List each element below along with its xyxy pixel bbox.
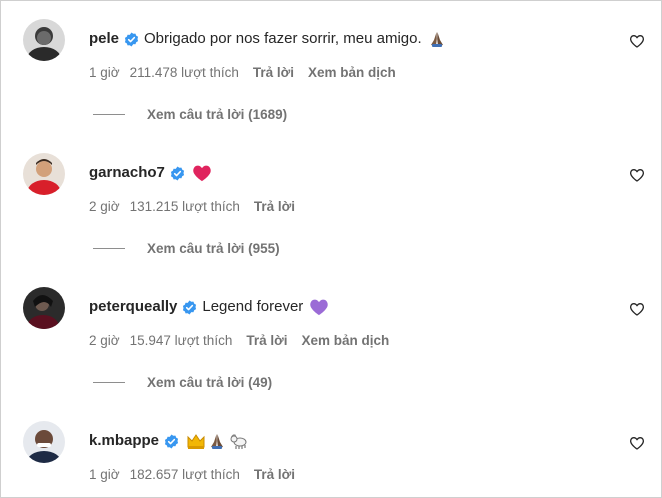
comment-text-line: k.mbappe <box>89 431 248 451</box>
heart-icon[interactable] <box>629 301 647 319</box>
comment-body: Obrigado por nos fazer sorrir, meu amigo… <box>144 30 422 47</box>
like-count[interactable]: 211.478 lượt thích <box>130 65 239 80</box>
verified-badge-icon <box>170 165 185 181</box>
reply-button[interactable]: Trả lời <box>246 333 287 348</box>
comment-body: Legend forever <box>202 298 304 315</box>
avatar[interactable] <box>23 19 65 61</box>
folded-hands-icon <box>428 30 446 48</box>
view-replies-button[interactable]: Xem câu trả lời (955) <box>93 241 280 256</box>
avatar[interactable] <box>23 153 65 195</box>
reply-button[interactable]: Trả lời <box>254 199 295 214</box>
comments-panel: pele Obrigado por nos fazer sorrir, meu … <box>0 0 662 498</box>
reply-button[interactable]: Trả lời <box>253 65 294 80</box>
comment-meta: 1 giờ 182.657 lượt thích Trả lời <box>89 467 309 482</box>
comment-meta: 2 giờ 15.947 lượt thích Trả lời Xem bản … <box>89 333 403 348</box>
view-replies-button[interactable]: Xem câu trả lời (49) <box>93 375 272 390</box>
view-replies-label: Xem câu trả lời (49) <box>147 375 273 390</box>
timestamp: 2 giờ <box>89 333 120 348</box>
like-count[interactable]: 15.947 lượt thích <box>130 333 233 348</box>
avatar[interactable] <box>23 421 65 463</box>
avatar[interactable] <box>23 287 65 329</box>
heart-icon[interactable] <box>629 167 647 185</box>
heart-icon[interactable] <box>629 33 647 51</box>
timestamp: 1 giờ <box>89 467 120 482</box>
comment-text-line: pele Obrigado por nos fazer sorrir, meu … <box>89 29 446 49</box>
comment-meta: 1 giờ 211.478 lượt thích Trả lời Xem bản… <box>89 65 410 80</box>
comment-text-line: garnacho7 <box>89 163 212 183</box>
red-heart-icon <box>192 164 212 182</box>
timestamp: 1 giờ <box>89 65 120 80</box>
username[interactable]: pele <box>89 29 119 49</box>
heart-icon[interactable] <box>629 435 647 453</box>
divider-line <box>93 382 125 383</box>
verified-badge-icon <box>124 31 139 47</box>
comment-meta: 2 giờ 131.215 lượt thích Trả lời <box>89 199 309 214</box>
username[interactable]: peterqueally <box>89 297 177 317</box>
divider-line <box>93 114 125 115</box>
username[interactable]: garnacho7 <box>89 163 165 183</box>
verified-badge-icon <box>182 299 197 315</box>
verified-badge-icon <box>164 433 179 449</box>
reply-button[interactable]: Trả lời <box>254 467 295 482</box>
like-count[interactable]: 131.215 lượt thích <box>130 199 240 214</box>
comment-text-line: peterqueally Legend forever <box>89 297 329 317</box>
timestamp: 2 giờ <box>89 199 120 214</box>
divider-line <box>93 248 125 249</box>
view-replies-label: Xem câu trả lời (1689) <box>147 107 288 122</box>
translate-button[interactable]: Xem bản dịch <box>308 65 396 80</box>
view-replies-button[interactable]: Xem câu trả lời (1689) <box>93 107 287 122</box>
translate-button[interactable]: Xem bản dịch <box>301 333 389 348</box>
crown-icon <box>186 432 206 450</box>
username[interactable]: k.mbappe <box>89 431 159 451</box>
purple-heart-icon <box>309 298 329 316</box>
goat-icon <box>228 432 248 450</box>
like-count[interactable]: 182.657 lượt thích <box>130 467 240 482</box>
folded-hands-icon <box>208 432 226 450</box>
view-replies-label: Xem câu trả lời (955) <box>147 241 280 256</box>
